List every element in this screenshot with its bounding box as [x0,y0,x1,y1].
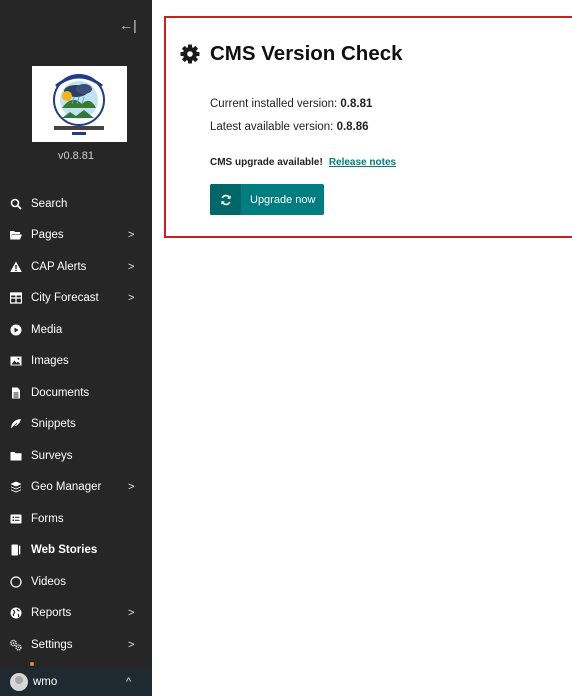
version-label: v0.8.81 [57,150,95,162]
cogs-icon [10,639,22,651]
avatar [10,673,28,691]
sidebar-item-cap-alerts[interactable]: CAP Alerts > [0,251,152,283]
sidebar-item-label: Web Stories [31,544,98,557]
chevron-right-icon: > [128,260,135,273]
sidebar-item-pages[interactable]: Pages > [0,220,152,252]
globe-icon [10,607,22,619]
current-version-label: Current installed version: [210,98,341,110]
release-notes-link[interactable]: Release notes [329,157,396,168]
sidebar-item-videos[interactable]: Videos [0,566,152,598]
sidebar-item-label: Reports [31,607,72,620]
document-icon [10,387,22,399]
sidebar-item-city-forecast[interactable]: City Forecast > [0,283,152,315]
chevron-right-icon: > [128,229,135,242]
sidebar-item-label: CAP Alerts [31,260,87,273]
user-name: wmo [33,676,58,688]
circle-icon [10,576,22,588]
latest-version-label: Latest available version: [210,121,337,133]
current-version-line: Current installed version: 0.8.81 [210,98,372,110]
sidebar: ←| v0.8.81 Search Pages > CAP Alerts > C… [0,0,152,696]
sidebar-item-label: City Forecast [31,292,99,305]
sidebar-item-label: Surveys [31,449,73,462]
latest-version-value: 0.8.86 [336,121,369,133]
form-icon [10,513,22,525]
version-check-panel: CMS Version Check Current installed vers… [164,16,572,238]
sidebar-item-label: Documents [31,386,90,399]
chevron-up-icon: ^ [126,676,132,688]
page-title: CMS Version Check [180,42,403,66]
page-title-text: CMS Version Check [210,42,403,65]
user-account-menu[interactable]: wmo ^ [0,668,152,696]
layers-icon [10,481,22,493]
gear-icon [180,44,200,64]
sidebar-item-label: Pages [31,229,64,242]
image-icon [10,355,22,367]
sidebar-item-label: Settings [31,638,73,651]
sidebar-item-label: Videos [31,575,66,588]
sidebar-item-search[interactable]: Search [0,188,152,220]
upgrade-notice-text: CMS upgrade available! [210,157,323,168]
refresh-icon [210,184,241,215]
collapse-sidebar-button[interactable]: ←| [118,16,138,34]
institute-logo [32,66,127,142]
sidebar-item-reports[interactable]: Reports > [0,598,152,630]
sidebar-item-images[interactable]: Images [0,346,152,378]
sidebar-item-label: Images [31,355,69,368]
chevron-right-icon: > [128,481,135,494]
play-icon [10,324,22,336]
sidebar-item-label: Forms [31,512,64,525]
sidebar-item-geo-manager[interactable]: Geo Manager > [0,472,152,504]
sidebar-item-label: Search [31,197,68,210]
upgrade-notice: CMS upgrade available! Release notes [210,157,396,168]
sidebar-item-surveys[interactable]: Surveys [0,440,152,472]
sidebar-nav: Search Pages > CAP Alerts > City Forecas… [0,188,152,661]
web-stories-icon [10,544,22,556]
chevron-right-icon: > [128,607,135,620]
sidebar-item-forms[interactable]: Forms [0,503,152,535]
snippet-icon [10,418,22,430]
chevron-right-icon: > [128,638,135,651]
folder-icon [10,450,22,462]
current-version-value: 0.8.81 [340,98,373,110]
folder-open-icon [10,229,22,241]
latest-version-line: Latest available version: 0.8.86 [210,121,369,133]
table-icon [10,292,22,304]
sidebar-item-label: Geo Manager [31,481,102,494]
sidebar-item-web-stories[interactable]: Web Stories [0,535,152,567]
upgrade-now-button[interactable]: Upgrade now [210,184,324,215]
sidebar-item-label: Snippets [31,418,76,431]
upgrade-now-label: Upgrade now [250,193,316,206]
notification-dot [30,662,34,666]
sidebar-item-settings[interactable]: Settings > [0,629,152,661]
sidebar-item-media[interactable]: Media [0,314,152,346]
sidebar-item-label: Media [31,323,63,336]
warning-icon [10,261,22,273]
search-icon [10,198,22,210]
chevron-right-icon: > [128,292,135,305]
sidebar-item-documents[interactable]: Documents [0,377,152,409]
sidebar-item-snippets[interactable]: Snippets [0,409,152,441]
